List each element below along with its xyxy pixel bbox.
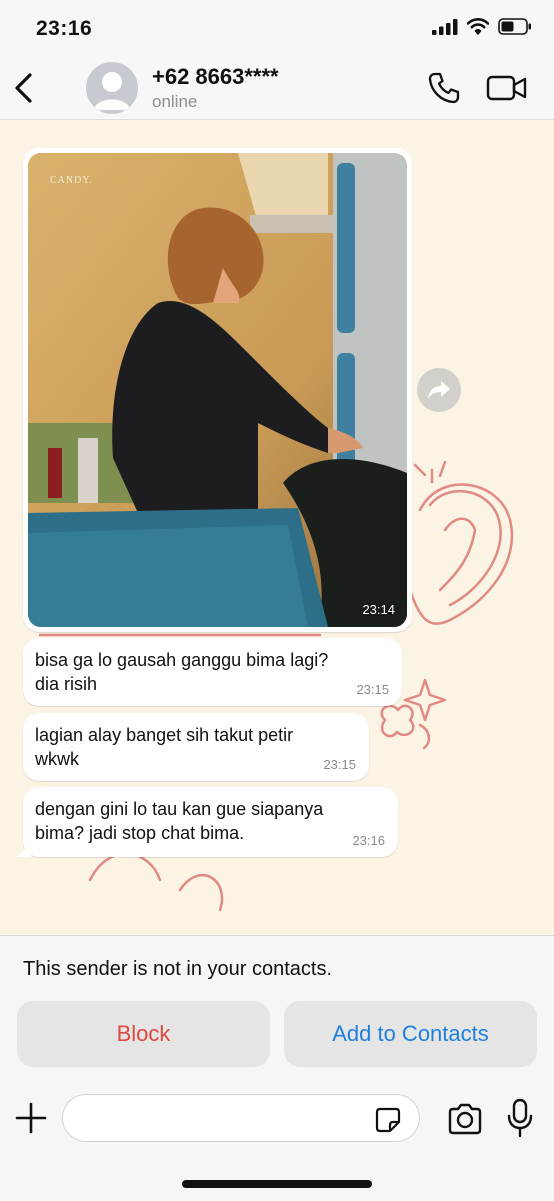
cellular-signal-icon [432, 18, 458, 35]
message-bubble[interactable]: dengan gini lo tau kan gue siapanya bima… [15, 787, 398, 857]
plus-icon [15, 1102, 47, 1134]
battery-icon [498, 18, 531, 35]
message-bubble[interactable]: bisa ga lo gausah ganggu bima lagi? dia … [23, 638, 402, 706]
chevron-left-icon [15, 73, 32, 103]
block-button[interactable]: Block [17, 1001, 270, 1067]
photo-kitchen-scene [28, 153, 407, 627]
chat-header: +62 8663**** online [0, 56, 554, 120]
unknown-sender-panel: This sender is not in your contacts. Blo… [0, 935, 554, 1201]
message-input[interactable] [62, 1094, 420, 1142]
microphone-button[interactable] [506, 1098, 534, 1138]
contact-status: online [152, 92, 198, 111]
chat-area[interactable]: CANDY. 23:14 bisa ga lo gausah ganggu bi… [0, 120, 554, 935]
video-call-button[interactable] [486, 72, 528, 104]
bubble-tail [15, 843, 31, 857]
status-bar: 23:16 [0, 0, 554, 56]
message-time: 23:16 [352, 833, 385, 848]
message-time: 23:14 [362, 602, 395, 617]
message-text: dengan gini lo tau kan gue siapanya bima… [35, 799, 324, 843]
message-photo[interactable]: CANDY. 23:14 [28, 153, 407, 627]
forward-button[interactable] [417, 368, 461, 412]
wifi-icon [467, 18, 489, 35]
phone-icon [428, 72, 460, 104]
microphone-icon [507, 1098, 533, 1138]
image-message[interactable]: CANDY. 23:14 [23, 148, 412, 632]
video-camera-icon [486, 75, 527, 101]
contact-name[interactable]: +62 8663**** [152, 64, 279, 90]
home-indicator [182, 1180, 372, 1188]
unknown-sender-notice: This sender is not in your contacts. [23, 958, 333, 980]
message-text: bisa ga lo gausah ganggu bima lagi? dia … [35, 650, 329, 694]
message-text: lagian alay banget sih takut petir wkwk [35, 725, 294, 769]
avatar[interactable] [86, 62, 138, 114]
back-button[interactable] [10, 70, 38, 106]
default-avatar-icon [94, 72, 130, 110]
status-icons [432, 18, 532, 35]
message-bubble[interactable]: lagian alay banget sih takut petir wkwk … [23, 713, 369, 781]
message-time: 23:15 [323, 757, 356, 772]
camera-icon [448, 1103, 482, 1135]
camera-button[interactable] [446, 1102, 484, 1136]
add-to-contacts-button[interactable]: Add to Contacts [284, 1001, 537, 1067]
sticker-icon [375, 1107, 401, 1133]
message-time: 23:15 [356, 682, 389, 697]
phone-call-button[interactable] [426, 70, 462, 106]
sticker-button[interactable] [374, 1106, 402, 1134]
forward-arrow-icon [428, 381, 450, 399]
photo-watermark: CANDY. [50, 175, 93, 186]
attach-button[interactable] [14, 1101, 48, 1135]
status-time: 23:16 [36, 17, 93, 40]
